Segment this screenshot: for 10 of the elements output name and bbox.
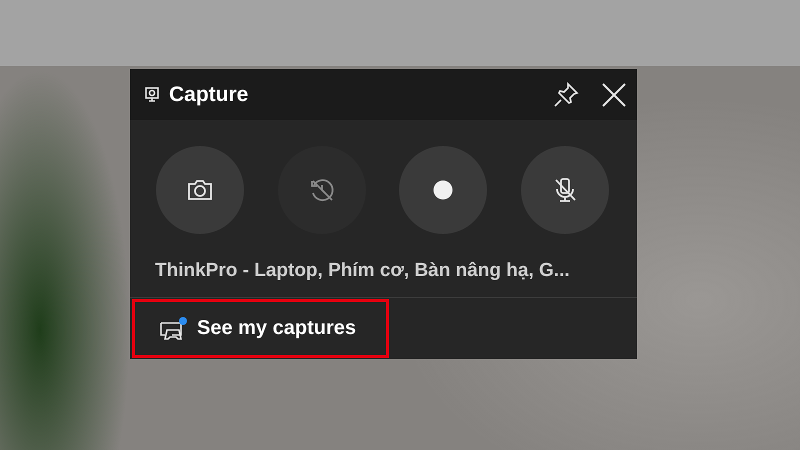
see-captures-link[interactable]: See my captures [132,299,389,358]
record-dot-icon [433,180,454,200]
close-icon[interactable] [601,82,627,108]
app-name: ThinkPro - Laptop, Phím cơ, Bàn nâng hạ, G... [154,259,571,283]
pin-icon[interactable] [553,82,579,108]
webcam-icon [145,86,159,102]
rewind-clock-icon [308,177,335,203]
camera-icon [187,179,213,201]
widget-title: Capture [169,82,250,106]
mic-off-icon [552,177,577,203]
